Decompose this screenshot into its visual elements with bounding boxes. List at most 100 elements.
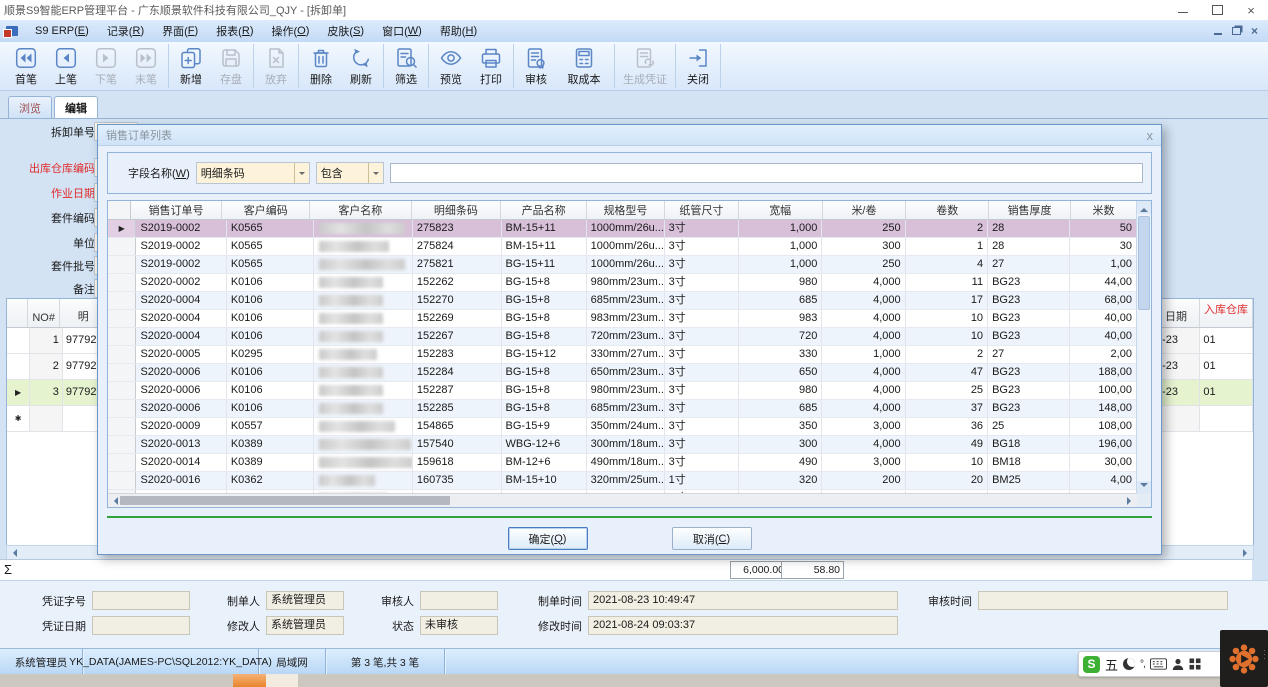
column-header-2[interactable]: 客户名称 — [310, 201, 412, 219]
column-header-10[interactable]: 销售厚度 — [989, 201, 1071, 219]
table-row[interactable]: S2020-0014K0389159618BM-12+6490mm/18um..… — [108, 454, 1137, 472]
menu-item-0[interactable]: S9 ERP(E) — [26, 20, 98, 42]
moon-icon[interactable] — [1123, 658, 1135, 670]
ok-button[interactable]: 确定(Q) — [508, 527, 588, 550]
table-row[interactable] — [1153, 406, 1253, 432]
sogou-logo-icon[interactable]: S — [1083, 656, 1100, 673]
close-button[interactable]: × — [1234, 0, 1268, 20]
minimize-button[interactable] — [1166, 0, 1200, 20]
menu-item-7[interactable]: 帮助(H) — [431, 20, 486, 42]
table-row[interactable]: ▶397792 — [7, 380, 107, 406]
column-header-4[interactable]: 产品名称 — [501, 201, 587, 219]
grid-vertical-scrollbar[interactable] — [1136, 201, 1151, 494]
wubi-mode-icon[interactable]: 五 — [1105, 655, 1118, 674]
column-header-1[interactable]: 客户编码 — [222, 201, 310, 219]
footer-field[interactable] — [420, 591, 498, 610]
toolbar-button-last[interactable]: 末笔 — [126, 44, 166, 88]
toolbar-button-audit[interactable]: 审核 — [516, 44, 556, 88]
overlay-menu-dots-icon[interactable]: ··· — [1263, 648, 1266, 660]
mdi-minimize-button[interactable] — [1214, 28, 1222, 35]
toolbox-icon[interactable] — [1189, 658, 1201, 670]
tab-edit[interactable]: 编辑 — [54, 96, 98, 118]
tab-browse[interactable]: 浏览 — [8, 96, 52, 118]
footer-field[interactable]: 系统管理员 — [266, 591, 344, 610]
overlay-app-tile[interactable]: ··· — [1220, 630, 1268, 687]
menu-item-3[interactable]: 报表(R) — [207, 20, 262, 42]
toolbar-button-new[interactable]: 新增 — [171, 44, 211, 88]
table-row[interactable]: S2019-0002K0565275824BM-15+111000mm/26u.… — [108, 238, 1137, 256]
dropdown-arrow-icon[interactable] — [294, 163, 309, 183]
table-row[interactable]: 8-2301 — [1153, 380, 1253, 406]
table-row[interactable]: S2020-0006K0106152284BG-15+8650mm/23um..… — [108, 364, 1137, 382]
filter-field-dropdown[interactable]: 明细条码 — [196, 162, 310, 184]
mdi-restore-button[interactable] — [1232, 27, 1241, 35]
user-icon[interactable] — [1172, 658, 1184, 671]
table-row[interactable]: S2020-0002K0106152262BG-15+8980mm/23um..… — [108, 274, 1137, 292]
cancel-button[interactable]: 取消(C) — [672, 527, 752, 550]
footer-field[interactable] — [92, 616, 190, 635]
scroll-left-icon[interactable] — [110, 497, 118, 505]
table-row[interactable]: S2020-0009K0557154865BG-15+9350mm/24um..… — [108, 418, 1137, 436]
grid-horizontal-scrollbar[interactable] — [108, 493, 1137, 507]
toolbar-button-delete[interactable]: 删除 — [301, 44, 341, 88]
scroll-right-icon[interactable] — [1243, 549, 1251, 557]
footer-field[interactable]: 2021-08-24 09:03:37 — [588, 616, 898, 635]
column-header-11[interactable]: 米数 — [1071, 201, 1137, 219]
column-header-8[interactable]: 米/卷 — [823, 201, 907, 219]
table-row[interactable]: ✱ — [7, 406, 107, 432]
column-header-6[interactable]: 纸管尺寸 — [665, 201, 739, 219]
table-row[interactable]: 8-2301 — [1153, 328, 1253, 354]
toolbar-button-cost[interactable]: 取成本 — [556, 44, 612, 88]
table-row[interactable]: S2020-0016K0362160735BM-15+10320mm/25um.… — [108, 472, 1137, 490]
menu-item-2[interactable]: 界面(F) — [153, 20, 207, 42]
table-row[interactable]: S2020-0006K0106152287BG-15+8980mm/23um..… — [108, 382, 1137, 400]
horizontal-scroll-thumb[interactable] — [120, 496, 450, 505]
table-row[interactable]: S2020-0013K0389157540WBG-12+6300mm/18um.… — [108, 436, 1137, 454]
table-row[interactable]: 297792 — [7, 354, 107, 380]
table-row[interactable]: S2020-0004K0106152267BG-15+8720mm/23um..… — [108, 328, 1137, 346]
footer-field[interactable]: 系统管理员 — [266, 616, 344, 635]
menu-item-5[interactable]: 皮肤(S) — [318, 20, 373, 42]
footer-field[interactable] — [978, 591, 1228, 610]
scroll-left-icon[interactable] — [9, 549, 17, 557]
table-row[interactable]: S2020-0006K0106152285BG-15+8685mm/23um..… — [108, 400, 1137, 418]
column-header-3[interactable]: 明细条码 — [412, 201, 502, 219]
menu-item-6[interactable]: 窗口(W) — [373, 20, 431, 42]
footer-field[interactable] — [92, 591, 190, 610]
table-row[interactable]: S2020-0005K0295152283BG-15+12330mm/27um.… — [108, 346, 1137, 364]
mdi-close-button[interactable]: × — [1251, 24, 1258, 38]
table-row[interactable]: ▶S2019-0002K0565275823BM-15+111000mm/26u… — [108, 220, 1137, 238]
footer-field[interactable]: 2021-08-23 10:49:47 — [588, 591, 898, 610]
dropdown-arrow-icon[interactable] — [368, 163, 383, 183]
punctuation-icon[interactable]: °, — [1140, 659, 1145, 670]
toolbar-button-save[interactable]: 存盘 — [211, 44, 251, 88]
filter-operator-dropdown[interactable]: 包含 — [316, 162, 384, 184]
toolbar-button-refresh[interactable]: 刷新 — [341, 44, 381, 88]
toolbar-button-print[interactable]: 打印 — [471, 44, 511, 88]
scroll-up-icon[interactable] — [1137, 201, 1151, 214]
toolbar-button-next[interactable]: 下笔 — [86, 44, 126, 88]
keyboard-icon[interactable] — [1150, 658, 1167, 670]
toolbar-button-filter[interactable]: 筛选 — [386, 44, 426, 88]
footer-field[interactable]: 未审核 — [420, 616, 498, 635]
vertical-scroll-thumb[interactable] — [1138, 216, 1150, 310]
toolbar-button-preview[interactable]: 预览 — [431, 44, 471, 88]
table-row[interactable]: S2020-0004K0106152269BG-15+8983mm/23um..… — [108, 310, 1137, 328]
toolbar-button-close[interactable]: 关闭 — [678, 44, 718, 88]
toolbar-button-voucher[interactable]: 生成凭证 — [617, 44, 673, 88]
toolbar-button-first[interactable]: 首笔 — [6, 44, 46, 88]
taskbar-active-app[interactable] — [233, 674, 266, 687]
filter-value-input[interactable] — [390, 163, 1143, 183]
scroll-right-icon[interactable] — [1127, 497, 1135, 505]
table-row[interactable]: S2019-0002K0565275821BG-15+111000mm/26u.… — [108, 256, 1137, 274]
menu-item-4[interactable]: 操作(O) — [262, 20, 318, 42]
toolbar-button-prev[interactable]: 上笔 — [46, 44, 86, 88]
table-row[interactable]: 197792 — [7, 328, 107, 354]
maximize-button[interactable] — [1200, 0, 1234, 20]
toolbar-button-abandon[interactable]: 放弃 — [256, 44, 296, 88]
taskbar-app[interactable] — [266, 674, 298, 687]
scroll-down-icon[interactable] — [1137, 481, 1151, 494]
dialog-close-icon[interactable]: x — [1147, 129, 1154, 142]
column-header-0[interactable]: 销售订单号 — [131, 201, 223, 219]
column-header-5[interactable]: 规格型号 — [587, 201, 665, 219]
